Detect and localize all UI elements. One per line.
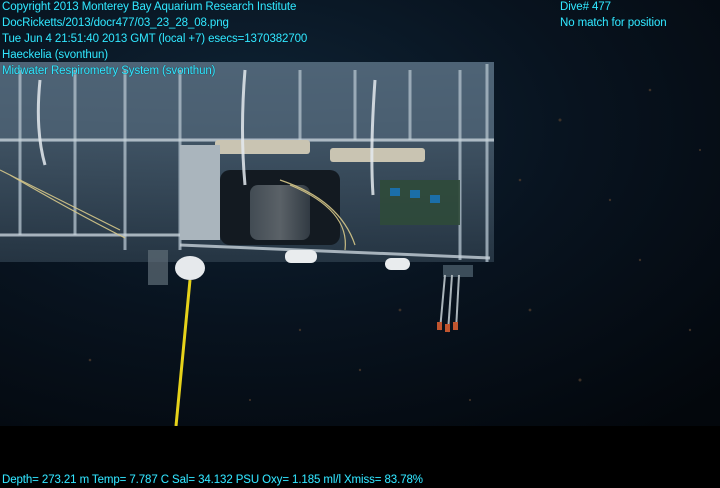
position-status-text: No match for position xyxy=(560,17,667,29)
copyright-text: Copyright 2013 Monterey Bay Aquarium Res… xyxy=(2,1,297,13)
dive-number-text: Dive# 477 xyxy=(560,1,611,13)
image-path-text: DocRicketts/2013/docr477/03_23_28_08.png xyxy=(2,17,229,29)
timestamp-text: Tue Jun 4 21:51:40 2013 GMT (local +7) e… xyxy=(2,33,308,45)
observation-text-1: Haeckelia (svonthun) xyxy=(2,49,109,61)
observation-text-2: Midwater Respirometry System (svonthun) xyxy=(2,65,216,77)
